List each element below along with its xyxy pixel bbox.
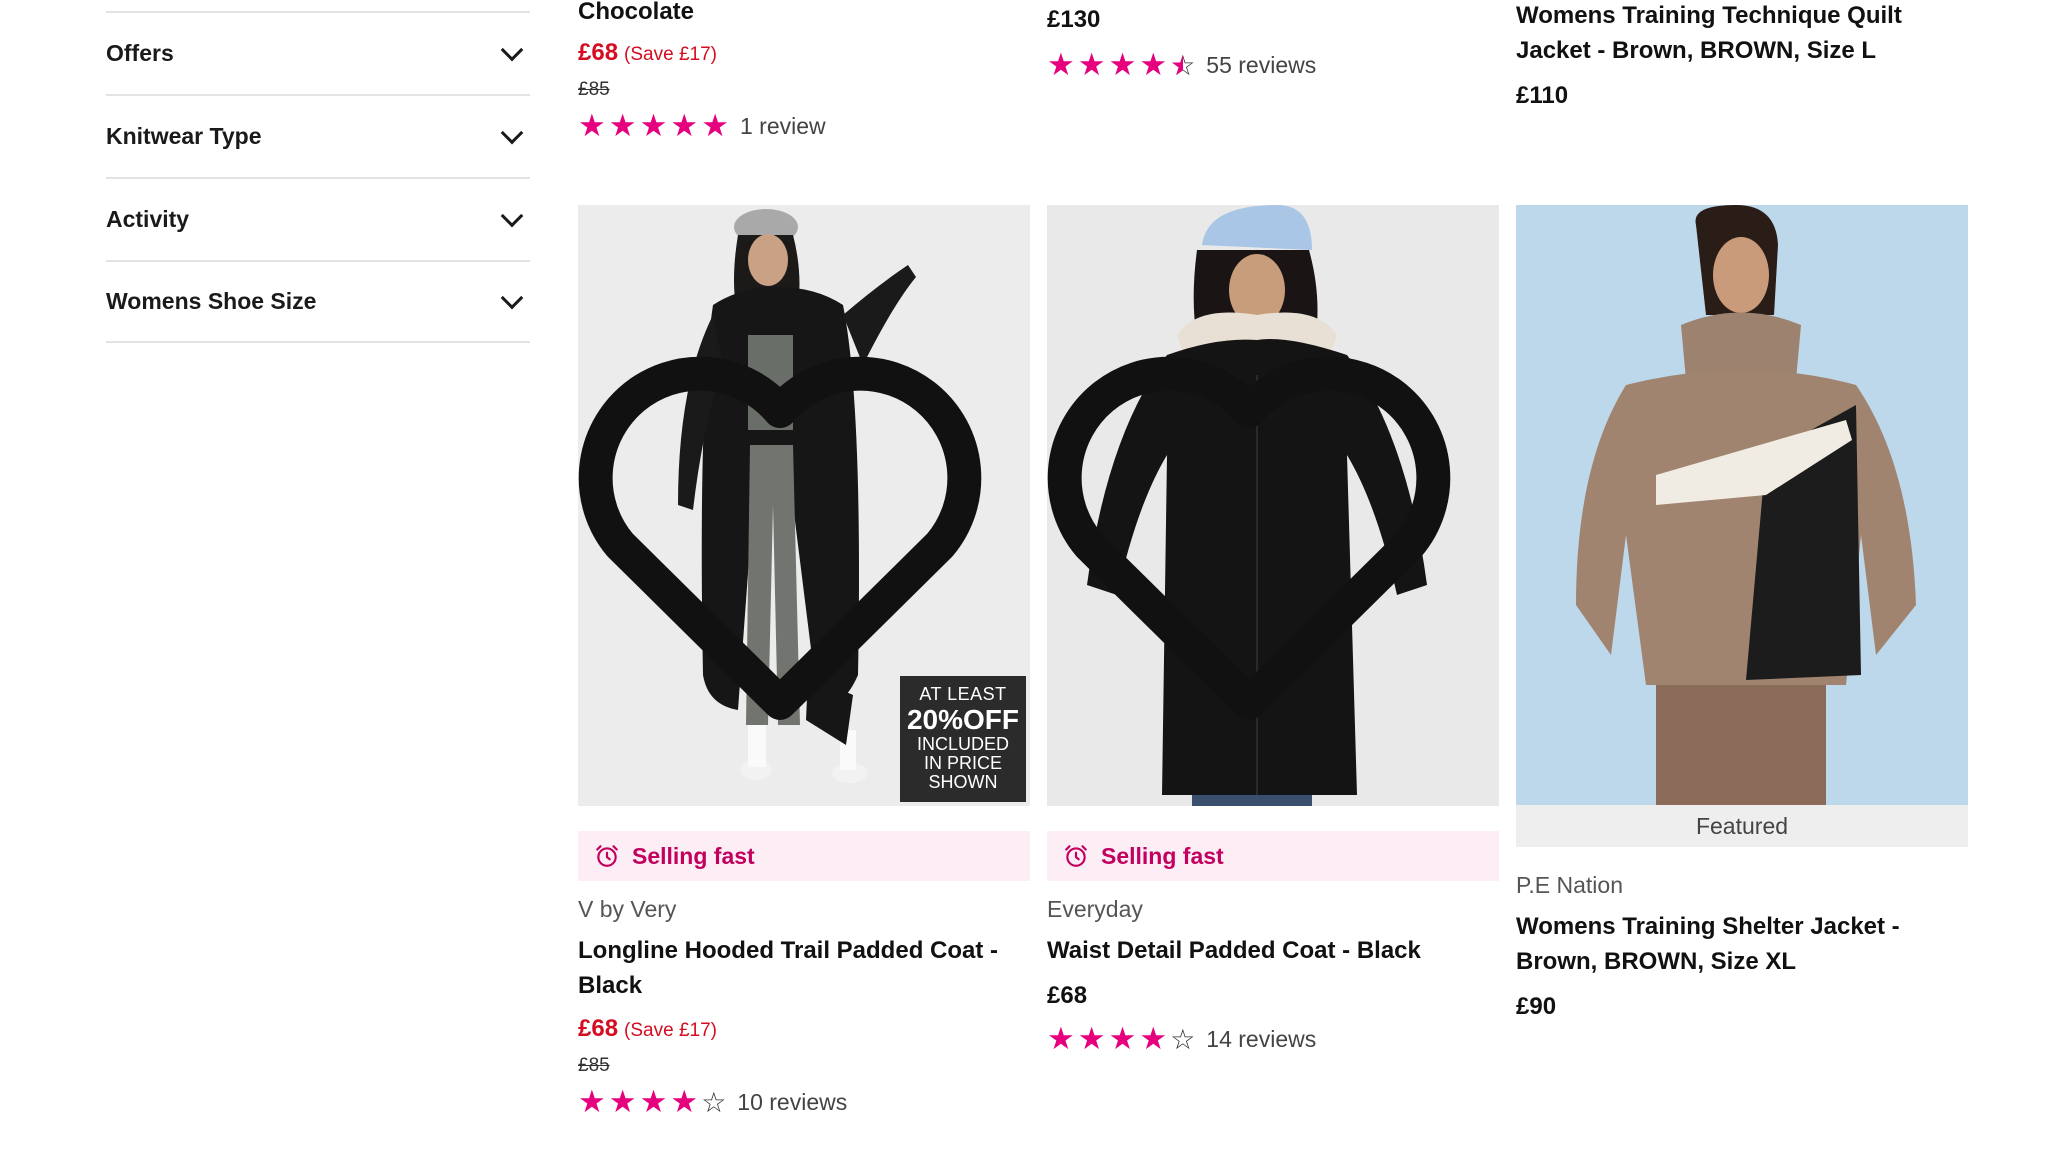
chevron-down-icon[interactable] [500, 204, 524, 227]
promo-line: INCLUDED [916, 734, 1009, 754]
star-icon: ★ [701, 108, 729, 144]
featured-label: Featured [1516, 805, 1968, 847]
star-icon: ★ [578, 1084, 606, 1120]
promo-line: AT LEAST [919, 684, 1007, 704]
filter-label: Offers [106, 40, 174, 66]
promo-line: IN PRICE [923, 753, 1002, 773]
product-card-3[interactable]: P.E Nation Womens Training Shelter Jacke… [1516, 872, 1936, 1021]
chevron-down-icon[interactable] [500, 286, 524, 309]
was-price: £85 [578, 79, 610, 100]
product-title[interactable]: Chocolate [578, 0, 1030, 29]
product-card-2[interactable]: Everyday Waist Detail Padded Coat - Blac… [1047, 896, 1499, 1055]
selling-fast-badge: Selling fast [578, 831, 1030, 881]
product-card-top-3[interactable]: Womens Training Technique Quilt Jacket -… [1516, 0, 1936, 110]
product-image[interactable] [1047, 205, 1499, 806]
rating[interactable]: ★★★★☆ 55 reviews [1047, 50, 1499, 81]
filter-label: Knitwear Type [106, 123, 262, 149]
rating[interactable]: ★ ★ ★ ★ ☆ 14 reviews [1047, 1024, 1499, 1055]
save-amount: (Save £17) [624, 1020, 717, 1041]
product-title[interactable]: Womens Training Technique Quilt Jacket -… [1516, 0, 1936, 68]
star-icon: ★ [639, 1084, 668, 1120]
star-icon: ★ [1108, 47, 1137, 83]
product-card-top-2[interactable]: £130 ★★★★☆ 55 reviews [1047, 6, 1499, 81]
review-count[interactable]: 10 reviews [737, 1089, 847, 1116]
was-price: £85 [578, 1055, 610, 1076]
product-brand: P.E Nation [1516, 872, 1623, 898]
filter-offers[interactable]: Offers [106, 11, 530, 94]
featured-text: Featured [1695, 812, 1789, 839]
filter-label: Activity [106, 206, 190, 232]
product-brand: Everyday [1047, 896, 1143, 922]
alarm-clock-icon [596, 845, 618, 867]
promo-line: SHOWN [928, 772, 998, 792]
star-icon: ★ [1047, 1021, 1075, 1057]
badge-label: Selling fast [632, 842, 755, 869]
product-price: £130 [1047, 6, 1101, 33]
filter-activity[interactable]: Activity [106, 177, 530, 260]
chevron-down-icon[interactable] [500, 121, 524, 144]
star-icon: ★ [670, 108, 699, 144]
star-icon: ★ [670, 1084, 699, 1120]
product-title[interactable]: Longline Hooded Trail Padded Coat - Blac… [578, 933, 1030, 1003]
star-empty-icon: ☆ [1170, 1022, 1196, 1056]
promo-line: 20%OFF [906, 704, 1020, 735]
product-image[interactable] [1516, 205, 1968, 805]
filter-knitwear-type[interactable]: Knitwear Type [106, 94, 530, 177]
save-amount: (Save £17) [624, 44, 717, 65]
selling-fast-badge: Selling fast [1047, 831, 1499, 881]
product-price: £68 [1047, 982, 1088, 1009]
review-count[interactable]: 55 reviews [1206, 52, 1316, 79]
sale-price: £68 [578, 39, 619, 66]
review-count[interactable]: 1 review [740, 113, 826, 140]
star-icon: ★ [608, 1084, 637, 1120]
alarm-clock-icon [1065, 845, 1087, 867]
star-icon: ★ [578, 108, 606, 144]
product-title[interactable]: Waist Detail Padded Coat - Black [1047, 933, 1499, 968]
filter-sidebar: Offers Knitwear Type Activity Womens Sho… [106, 0, 530, 343]
rating[interactable]: ★ ★ ★ ★ ☆ 10 reviews [578, 1087, 1030, 1118]
star-empty-icon: ☆ [701, 1085, 727, 1119]
review-count[interactable]: 14 reviews [1206, 1026, 1316, 1053]
product-card-top-1[interactable]: Chocolate £68 (Save £17) £85 ★ ★ ★ ★ ★ 1 revi… [578, 0, 1030, 142]
star-icon: ★ [1077, 1021, 1106, 1057]
filter-label: Womens Shoe Size [106, 288, 317, 314]
star-icon: ★ [1077, 47, 1106, 83]
badge-label: Selling fast [1101, 842, 1224, 869]
star-half-icon: ☆ [1170, 51, 1195, 80]
rating[interactable]: ★ ★ ★ ★ ★ 1 review [578, 111, 1030, 142]
sale-price: £68 [578, 1015, 619, 1042]
product-title[interactable]: Womens Training Shelter Jacket - Brown, … [1516, 909, 1936, 979]
promo-badge: AT LEAST 20%OFF INCLUDED IN PRICE SHOWN [900, 676, 1026, 802]
shelter-jacket-image [1516, 205, 1968, 805]
star-icon: ★ [1047, 47, 1075, 83]
product-card-1[interactable]: V by Very Longline Hooded Trail Padded C… [578, 896, 1030, 1118]
product-brand: V by Very [578, 896, 677, 922]
star-icon: ★ [1108, 1021, 1137, 1057]
product-image[interactable]: AT LEAST 20%OFF INCLUDED IN PRICE SHOWN [578, 205, 1030, 806]
filter-womens-shoe-size[interactable]: Womens Shoe Size [106, 260, 530, 343]
product-price: £90 [1516, 993, 1557, 1020]
heart-icon[interactable] [1047, 233, 1475, 806]
star-icon: ★ [1139, 1021, 1168, 1057]
product-price: £110 [1516, 82, 1569, 109]
star-icon: ★ [608, 108, 637, 144]
star-icon: ★ [639, 108, 668, 144]
chevron-down-icon[interactable] [500, 38, 524, 61]
star-icon: ★ [1139, 47, 1168, 83]
